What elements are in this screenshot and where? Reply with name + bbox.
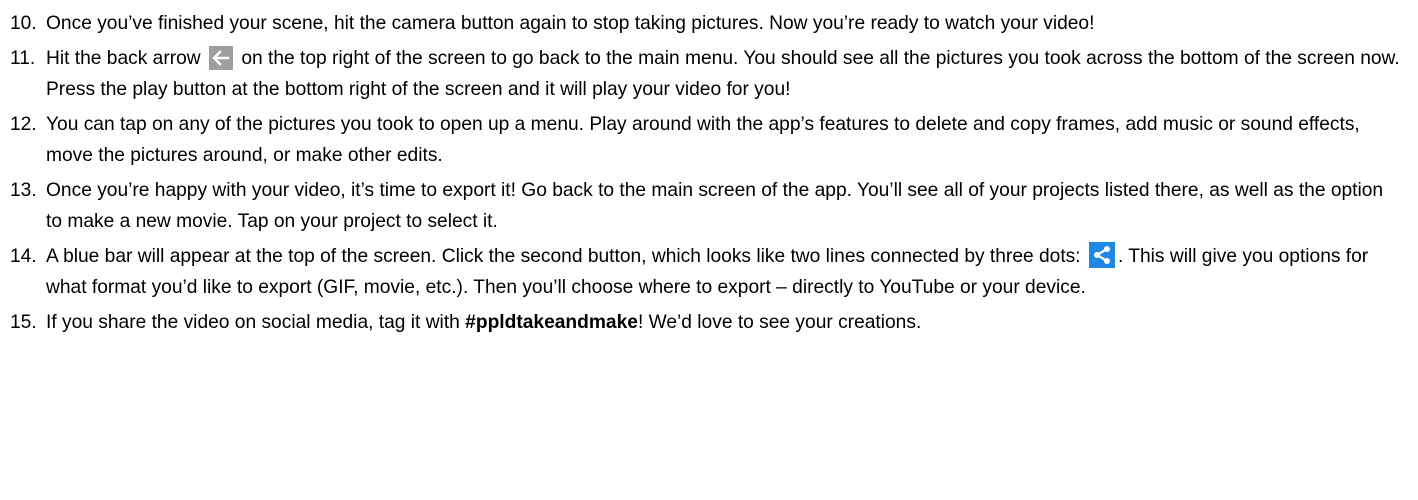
instruction-list: 10. Once you’ve finished your scene, hit… — [0, 8, 1418, 338]
step-text: You can tap on any of the pictures you t… — [46, 113, 1360, 167]
step-number: 12. — [10, 113, 37, 135]
step-number: 11. — [10, 47, 36, 69]
step-text: If you share the video on social media, … — [46, 311, 460, 333]
list-item-step-14: 14. A blue bar will appear at the top of… — [0, 241, 1418, 304]
list-item-step-15: 15. If you share the video on social med… — [0, 307, 1418, 339]
step-text: A blue bar will appear at the top of the… — [46, 245, 1081, 267]
list-item-step-13: 13. Once you’re happy with your video, i… — [0, 175, 1418, 238]
hashtag: #ppldtakeandmake — [465, 311, 638, 333]
list-item-step-11: 11. Hit the back arrow on the top right … — [0, 43, 1418, 106]
step-text: Once you’re happy with your video, it’s … — [46, 179, 1384, 233]
back-arrow-icon — [208, 45, 233, 70]
document-page: 10. Once you’ve finished your scene, hit… — [0, 0, 1418, 500]
step-number: 14. — [10, 245, 37, 267]
list-item-step-10: 10. Once you’ve finished your scene, hit… — [0, 8, 1418, 40]
share-icon — [1088, 241, 1115, 268]
step-text: ! We’d love to see your creations. — [637, 311, 922, 333]
step-number: 13. — [10, 179, 37, 201]
step-number: 15. — [10, 311, 37, 333]
step-text: Hit the back arrow — [46, 47, 201, 69]
step-text: Once you’ve finished your scene, hit the… — [46, 13, 1095, 34]
step-text: on the top right of the screen to go bac… — [46, 47, 1400, 101]
list-item-step-12: 12. You can tap on any of the pictures y… — [0, 109, 1418, 172]
step-number: 10. — [10, 13, 37, 34]
